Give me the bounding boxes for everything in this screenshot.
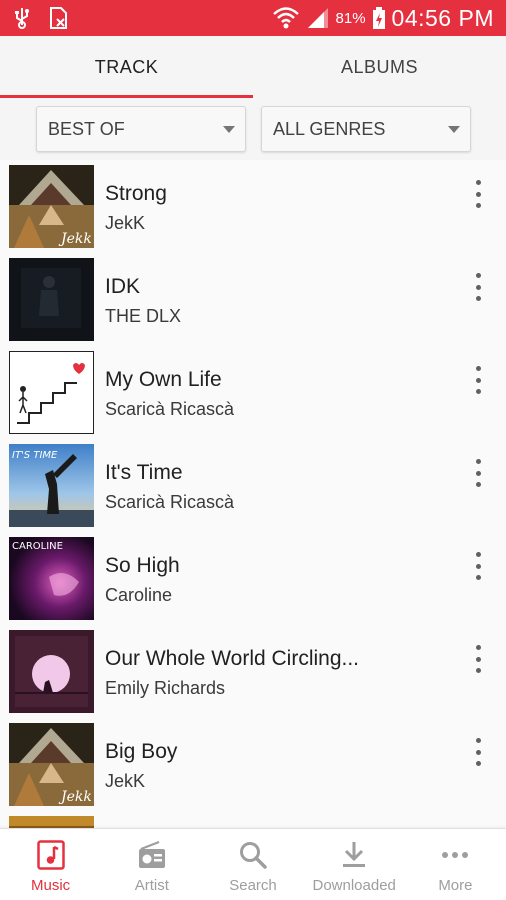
nav-music[interactable]: Music bbox=[0, 829, 101, 900]
track-title: Big Boy bbox=[105, 740, 178, 763]
track-title: IDK bbox=[105, 275, 141, 298]
album-art-text: Jekk bbox=[58, 789, 92, 805]
more-options-icon[interactable] bbox=[468, 738, 488, 766]
caret-down-icon bbox=[448, 126, 460, 133]
tab-bar: TRACK ALBUMS bbox=[0, 36, 506, 98]
track-row[interactable]: IT'S TIME It's Time Scaricà Ricascà bbox=[0, 439, 506, 532]
nav-artist[interactable]: Artist bbox=[101, 829, 202, 900]
no-sim-icon bbox=[50, 7, 67, 29]
battery-charging-icon bbox=[372, 7, 385, 29]
album-art bbox=[9, 630, 94, 713]
search-icon bbox=[240, 842, 267, 869]
album-art-text: CAROLINE bbox=[12, 541, 63, 552]
track-title: My Own Life bbox=[105, 368, 222, 391]
album-art: IT'S TIME bbox=[9, 444, 94, 527]
genre-dropdown-value: ALL GENRES bbox=[273, 118, 386, 139]
album-art: Jekk bbox=[9, 723, 94, 806]
nav-more[interactable]: More bbox=[405, 829, 506, 900]
track-artist: Scaricà Ricascà bbox=[105, 492, 235, 512]
nav-music-label: Music bbox=[31, 877, 71, 894]
sort-dropdown[interactable]: BEST OF bbox=[36, 106, 246, 152]
music-note-icon bbox=[36, 840, 65, 870]
track-artist: Caroline bbox=[105, 585, 173, 605]
track-title: So High bbox=[105, 554, 180, 577]
nav-artist-label: Artist bbox=[134, 877, 169, 894]
album-art-text: IT'S TIME bbox=[12, 450, 58, 461]
track-artist: Emily Richards bbox=[105, 678, 226, 698]
track-row[interactable] bbox=[0, 811, 506, 828]
album-art-text: Jekk bbox=[58, 231, 92, 247]
more-options-icon[interactable] bbox=[468, 180, 488, 208]
album-art: Jekk bbox=[9, 165, 94, 248]
track-title: Our Whole World Circling... bbox=[105, 647, 360, 670]
track-artist: JekK bbox=[105, 213, 146, 233]
track-artist: Scaricà Ricascà bbox=[105, 399, 235, 419]
track-title: Strong bbox=[105, 182, 167, 205]
track-row[interactable]: CAROLINE So High Caroline bbox=[0, 532, 506, 625]
track-list: Jekk Strong JekK IDK THE DLX My Own Life… bbox=[0, 160, 506, 828]
album-art: CAROLINE bbox=[9, 537, 94, 620]
filter-bar: BEST OF ALL GENRES bbox=[0, 98, 506, 160]
album-art bbox=[9, 258, 94, 341]
album-art bbox=[9, 351, 94, 434]
usb-icon bbox=[15, 8, 29, 29]
album-art bbox=[9, 816, 94, 828]
track-row[interactable]: Our Whole World Circling... Emily Richar… bbox=[0, 625, 506, 718]
more-options-icon[interactable] bbox=[468, 459, 488, 487]
track-row[interactable]: My Own Life Scaricà Ricascà bbox=[0, 346, 506, 439]
download-icon bbox=[343, 842, 366, 867]
more-options-icon[interactable] bbox=[468, 366, 488, 394]
track-artist: THE DLX bbox=[105, 306, 182, 326]
clock: 04:56 PM bbox=[391, 4, 494, 31]
battery-percent: 81% bbox=[335, 9, 366, 27]
radio-icon bbox=[138, 840, 165, 868]
nav-more-label: More bbox=[438, 877, 473, 894]
nav-search[interactable]: Search bbox=[202, 829, 303, 900]
track-row[interactable]: Jekk Strong JekK bbox=[0, 160, 506, 253]
sort-dropdown-value: BEST OF bbox=[48, 118, 125, 139]
track-title: It's Time bbox=[105, 461, 183, 484]
bottom-nav: Music Artist Search Downloaded More bbox=[0, 828, 506, 900]
caret-down-icon bbox=[223, 126, 235, 133]
wifi-icon bbox=[272, 7, 299, 29]
tab-albums[interactable]: ALBUMS bbox=[253, 36, 506, 98]
genre-dropdown[interactable]: ALL GENRES bbox=[261, 106, 471, 152]
signal-icon bbox=[307, 8, 328, 28]
track-row[interactable]: IDK THE DLX bbox=[0, 253, 506, 346]
track-artist: JekK bbox=[105, 771, 146, 791]
nav-downloaded-label: Downloaded bbox=[312, 877, 396, 894]
tab-track[interactable]: TRACK bbox=[0, 36, 253, 98]
more-options-icon[interactable] bbox=[468, 552, 488, 580]
status-bar: 81% 04:56 PM bbox=[0, 0, 506, 36]
track-row[interactable]: Jekk Big Boy JekK bbox=[0, 718, 506, 811]
more-options-icon[interactable] bbox=[468, 273, 488, 301]
nav-search-label: Search bbox=[229, 877, 277, 894]
more-horizontal-icon bbox=[442, 852, 469, 858]
nav-downloaded[interactable]: Downloaded bbox=[304, 829, 405, 900]
more-options-icon[interactable] bbox=[468, 645, 488, 673]
